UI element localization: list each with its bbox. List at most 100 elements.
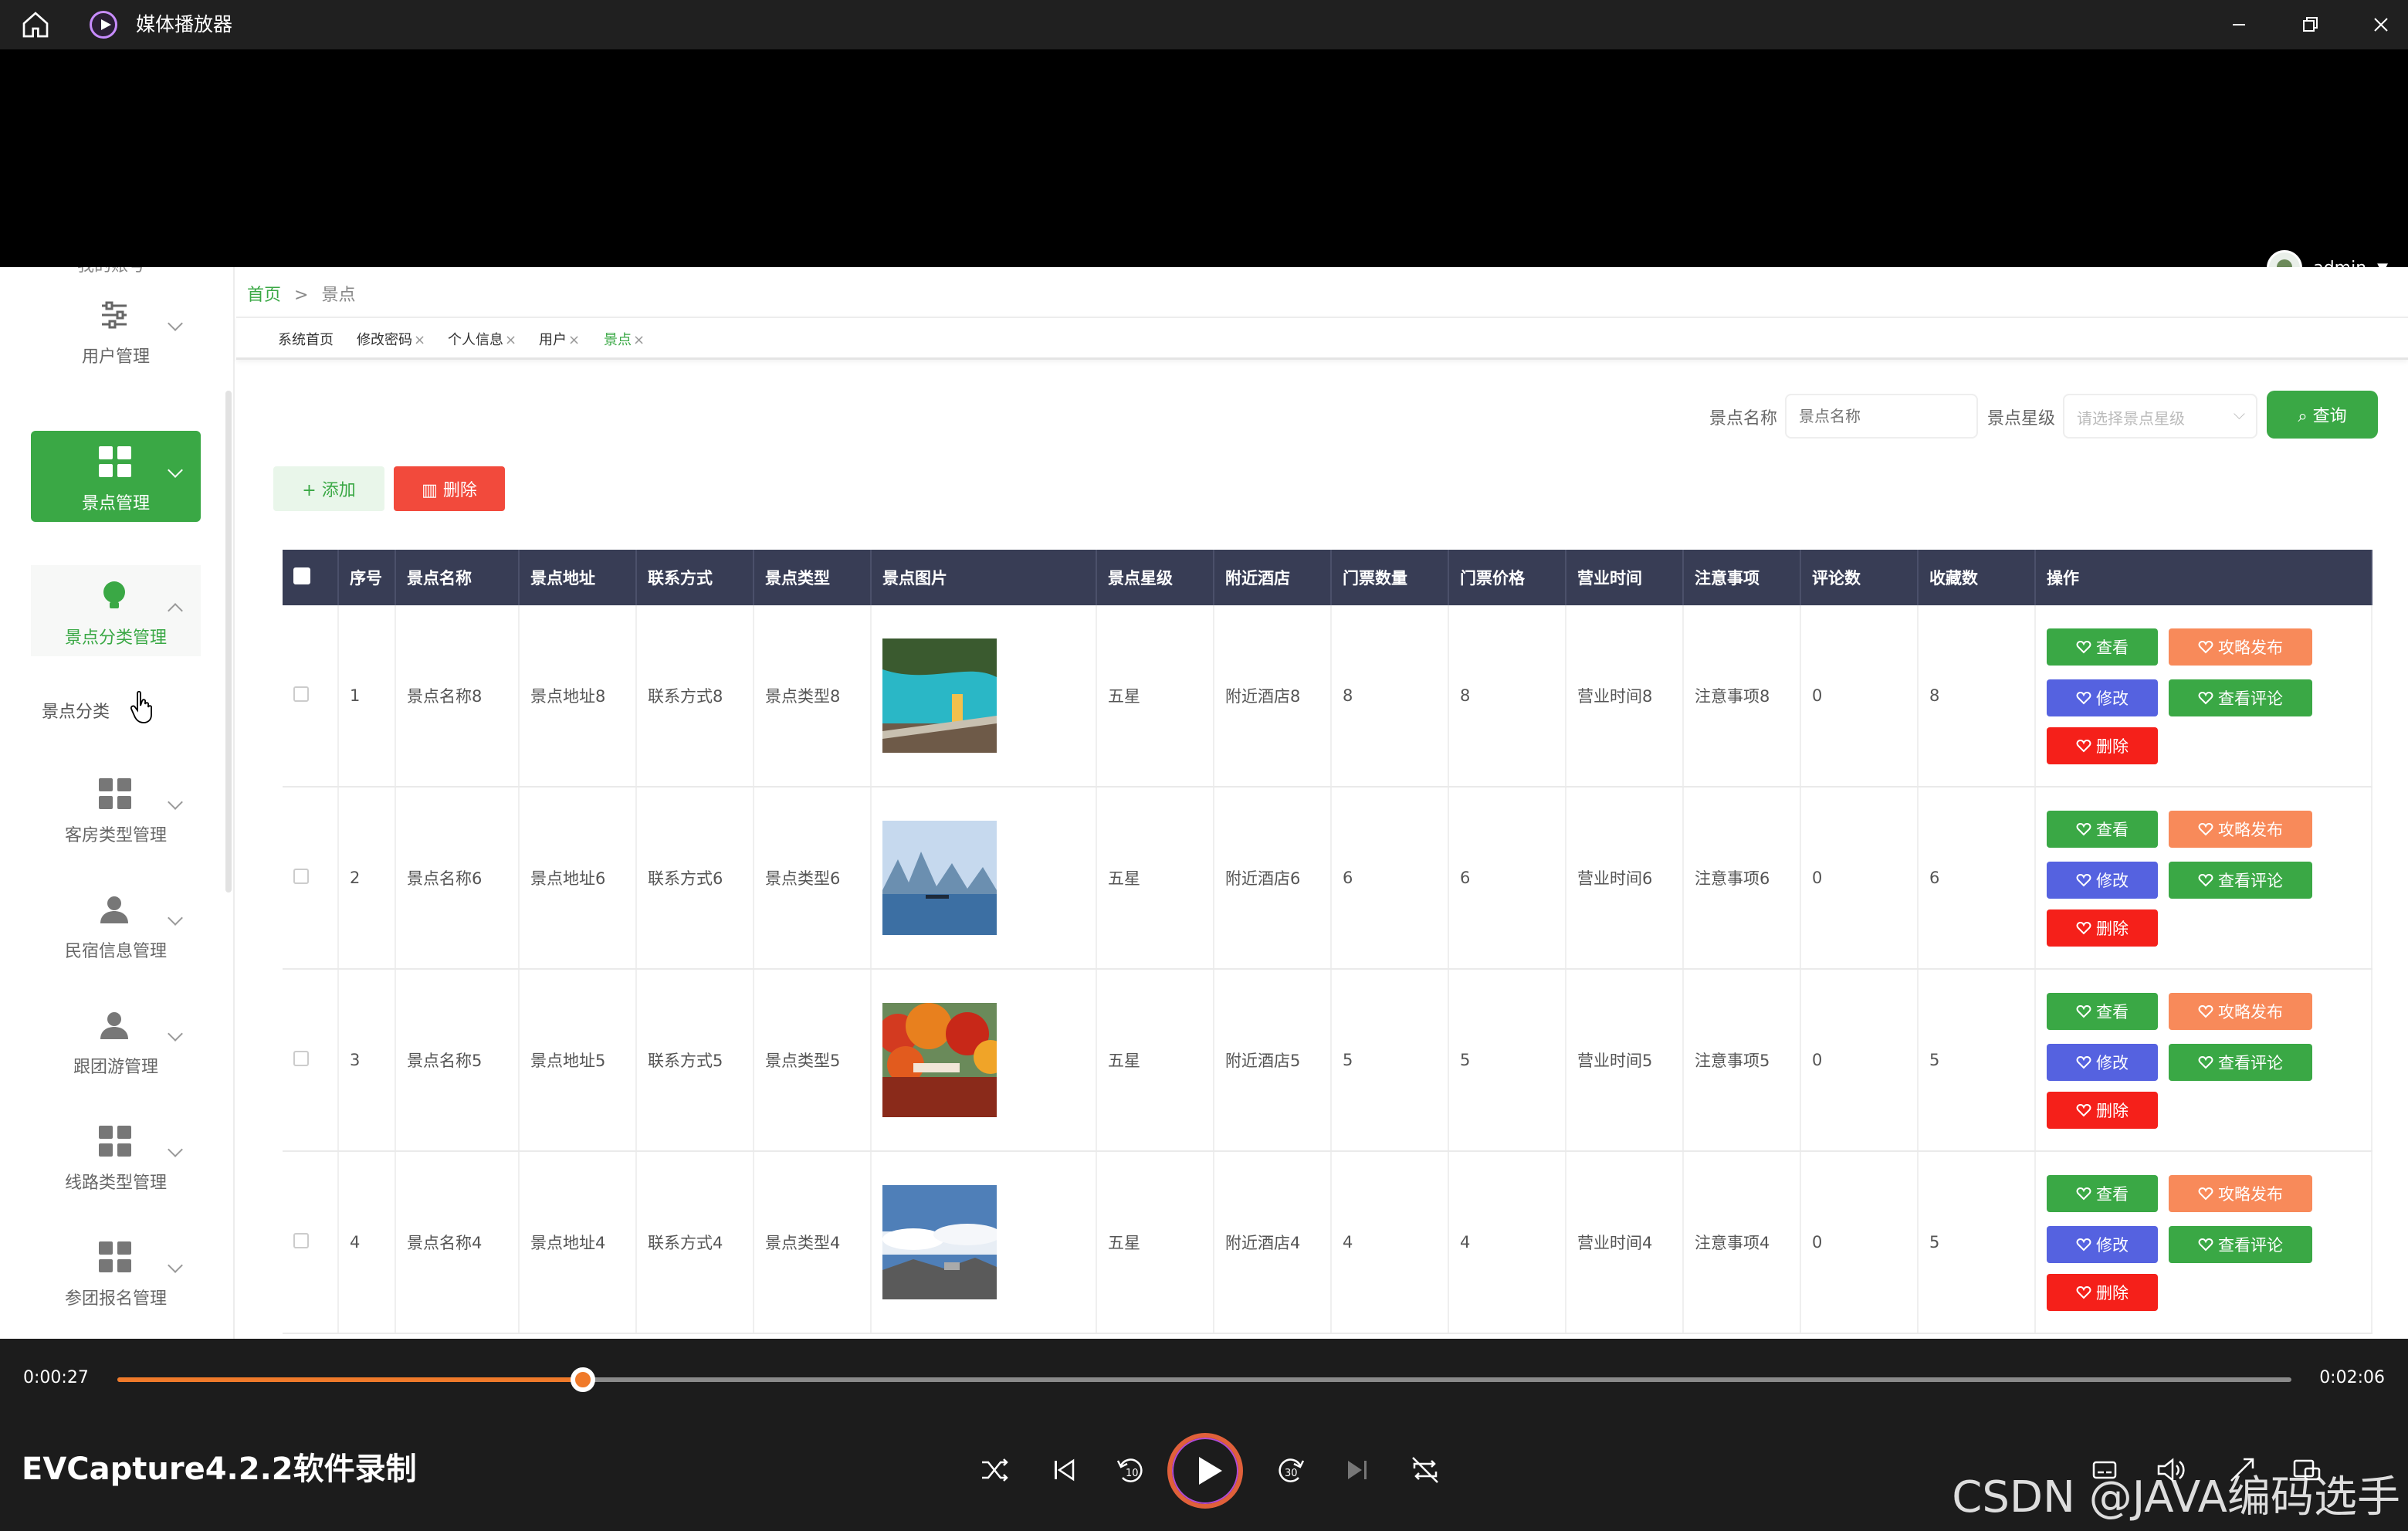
cell-comments: 0: [1800, 1151, 1919, 1334]
person-icon: [100, 896, 128, 923]
batch-delete-button[interactable]: ▥ 删除: [394, 466, 505, 511]
repeat-icon[interactable]: [1404, 1448, 1447, 1492]
button-label: 修改: [2096, 1236, 2129, 1255]
column-header: 注意事项: [1683, 550, 1801, 605]
view-button[interactable]: 查看: [2047, 628, 2158, 666]
row-checkbox[interactable]: [293, 1232, 309, 1248]
sidebar-item-homestay-management[interactable]: 民宿信息管理: [31, 879, 201, 970]
button-label: 修改: [2096, 689, 2129, 708]
delete-button-label: 删除: [442, 481, 477, 500]
publish-guide-button[interactable]: 攻略发布: [2169, 993, 2312, 1030]
sidebar-item-route-type-management[interactable]: 线路类型管理: [31, 1110, 201, 1201]
tab-change-password[interactable]: 修改密码 ×: [357, 329, 425, 349]
cell-address: 景点地址8: [519, 605, 637, 788]
sidebar-item-signup-management[interactable]: 参团报名管理: [31, 1226, 201, 1317]
seek-bar[interactable]: [117, 1367, 2291, 1392]
row-checkbox[interactable]: [293, 686, 309, 702]
button-label: 查看评论: [2218, 1236, 2283, 1255]
button-label: 修改: [2096, 1054, 2129, 1072]
cell-price: 6: [1448, 787, 1566, 970]
forward-30-icon[interactable]: 30: [1269, 1448, 1312, 1492]
sidebar-item-group-tour-management[interactable]: 跟团游管理: [31, 994, 201, 1086]
view-comments-button[interactable]: 查看评论: [2169, 1226, 2312, 1263]
view-button[interactable]: 查看: [2047, 1175, 2158, 1212]
table-row: 1 景点名称8 景点地址8 联系方式8 景点类型8 五星 附近酒店8 8 8 营业时间8 注意事项8…: [283, 605, 2372, 788]
publish-guide-button[interactable]: 攻略发布: [2169, 1175, 2312, 1212]
sidebar: 我的账号 用户管理 景点管理 景点分类管理 景点分类 客房类型管理 民宿信息管理: [0, 267, 235, 1339]
search-name-input[interactable]: [1785, 394, 1978, 439]
cell-favs: 5: [1918, 1151, 2036, 1334]
publish-guide-button[interactable]: 攻略发布: [2169, 811, 2312, 848]
column-header: 序号: [338, 550, 396, 605]
scenic-image[interactable]: [882, 821, 997, 935]
view-comments-button[interactable]: 查看评论: [2169, 862, 2312, 899]
tab-system-home[interactable]: 系统首页: [278, 329, 334, 349]
view-comments-button[interactable]: 查看评论: [2169, 679, 2312, 716]
delete-button[interactable]: 删除: [2047, 1092, 2158, 1129]
sidebar-item-user-management[interactable]: 用户管理: [31, 284, 201, 375]
delete-button[interactable]: 删除: [2047, 909, 2158, 947]
heart-icon: [2076, 921, 2091, 935]
shuffle-icon[interactable]: [973, 1448, 1016, 1492]
sidebar-item-room-type-management[interactable]: 客房类型管理: [31, 763, 201, 854]
cell-price: 5: [1448, 969, 1566, 1152]
tab-personal-info[interactable]: 个人信息 ×: [448, 329, 516, 349]
tab-users[interactable]: 用户 ×: [539, 329, 580, 349]
search-button[interactable]: ⌕ 查询: [2267, 391, 2378, 439]
close-icon[interactable]: ×: [505, 332, 516, 348]
next-icon[interactable]: [1336, 1448, 1379, 1492]
scenic-image[interactable]: [882, 1003, 997, 1117]
close-icon[interactable]: ×: [633, 332, 645, 348]
button-label: 查看: [2096, 1003, 2129, 1021]
sidebar-item-category-management[interactable]: 景点分类管理: [31, 565, 201, 656]
select-all-cell[interactable]: [283, 550, 339, 605]
row-select-cell[interactable]: [283, 969, 339, 1152]
sidebar-item-scenic-management[interactable]: 景点管理: [31, 431, 201, 522]
home-icon[interactable]: [20, 9, 51, 40]
select-all-checkbox[interactable]: [293, 567, 310, 584]
close-icon[interactable]: [2364, 8, 2398, 42]
row-select-cell[interactable]: [283, 1151, 339, 1334]
grid-icon: [97, 445, 131, 479]
row-checkbox[interactable]: [293, 1050, 309, 1066]
delete-button[interactable]: 删除: [2047, 1274, 2158, 1311]
previous-icon[interactable]: [1042, 1448, 1085, 1492]
restore-icon[interactable]: [2293, 8, 2327, 42]
rewind-10-icon[interactable]: 10: [1109, 1448, 1152, 1492]
close-icon[interactable]: ×: [414, 332, 425, 348]
scenic-image[interactable]: [882, 638, 997, 753]
add-button-label: 添加: [321, 481, 356, 500]
add-button[interactable]: + 添加: [273, 466, 384, 511]
edit-button[interactable]: 修改: [2047, 679, 2158, 716]
view-button[interactable]: 查看: [2047, 811, 2158, 848]
button-label: 删除: [2096, 737, 2129, 756]
edit-button[interactable]: 修改: [2047, 1226, 2158, 1263]
tab-label: 系统首页: [278, 332, 334, 348]
search-level-select[interactable]: 请选择景点星级 ⌵: [2063, 394, 2257, 439]
row-select-cell[interactable]: [283, 787, 339, 970]
row-checkbox[interactable]: [293, 868, 309, 884]
sidebar-subitem-category[interactable]: 景点分类: [42, 698, 110, 723]
close-icon[interactable]: ×: [568, 332, 580, 348]
view-comments-button[interactable]: 查看评论: [2169, 1044, 2312, 1081]
edit-button[interactable]: 修改: [2047, 1044, 2158, 1081]
heart-icon: [2198, 1238, 2213, 1252]
sliders-icon: [102, 301, 127, 329]
delete-button[interactable]: 删除: [2047, 727, 2158, 764]
grid-icon: [97, 1124, 131, 1158]
cell-name: 景点名称5: [395, 969, 520, 1152]
person-icon: [100, 1012, 128, 1039]
publish-guide-button[interactable]: 攻略发布: [2169, 628, 2312, 666]
heart-icon: [2076, 739, 2091, 753]
play-button[interactable]: [1167, 1433, 1243, 1509]
view-button[interactable]: 查看: [2047, 993, 2158, 1030]
tab-scenic[interactable]: 景点 ×: [604, 329, 645, 349]
minimize-icon[interactable]: [2222, 8, 2256, 42]
cell-actions: 查看 攻略发布 修改 查看评论 删除: [2035, 1151, 2372, 1334]
scenic-image[interactable]: [882, 1185, 997, 1299]
sidebar-scrollbar[interactable]: [225, 391, 232, 893]
seek-handle[interactable]: [570, 1367, 595, 1392]
breadcrumb-home[interactable]: 首页: [247, 286, 281, 305]
edit-button[interactable]: 修改: [2047, 862, 2158, 899]
row-select-cell[interactable]: [283, 605, 339, 788]
